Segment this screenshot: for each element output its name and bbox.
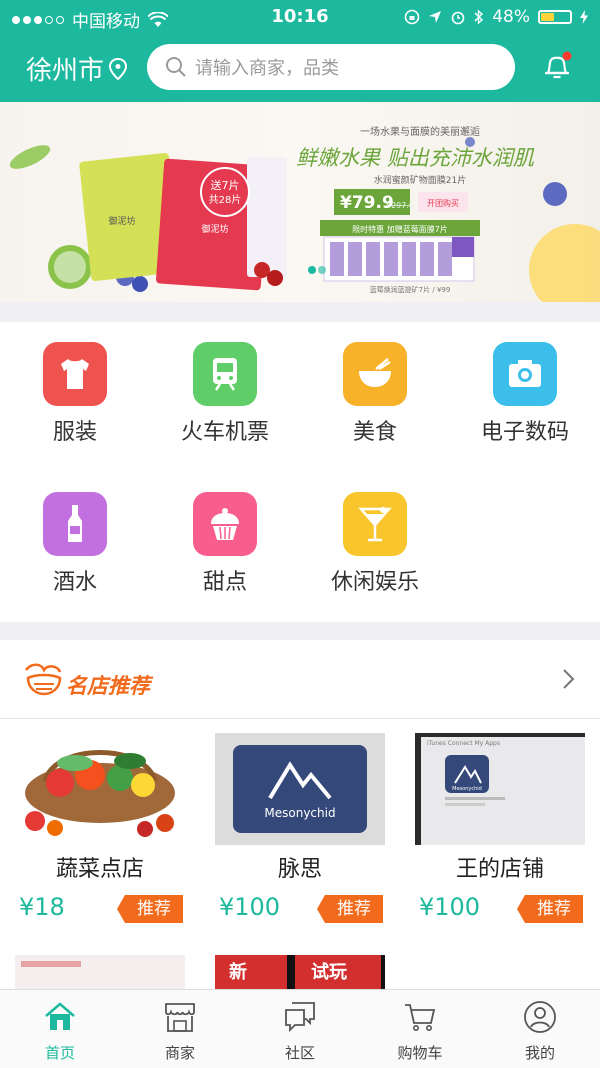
shop-image-text: 新 [229, 962, 247, 983]
shop-image [15, 733, 185, 845]
promo-banner[interactable]: 送7片 共28片 御泥坊 御泥坊 一场水果与面膜的美丽邂逅 鲜嫩水果 贴出充沛水… [0, 102, 600, 302]
tab-bar: 首页 商家 社区 购物车 我的 [0, 989, 600, 1068]
banner-artwork: 送7片 共28片 御泥坊 御泥坊 一场水果与面膜的美丽邂逅 鲜嫩水果 贴出充沛水… [9, 125, 600, 302]
search-input[interactable]: 请输入商家，品类 [147, 44, 515, 90]
shop-price: ¥100 [419, 893, 481, 921]
shop-image: iTunes Connect My Apps Mesonychid [415, 733, 585, 845]
gift-badge-line1: 送7片 [211, 178, 240, 192]
category-label: 美食 [352, 420, 397, 445]
shop-card[interactable]: iTunes Connect My Apps Mesonychid 王的店铺 ¥… [415, 733, 585, 933]
user-icon [524, 1001, 556, 1033]
shop-price: ¥18 [19, 893, 65, 921]
category-clothing[interactable]: 服装 [0, 322, 150, 472]
shop-icon [165, 1003, 195, 1032]
shop-name: 脉思 [277, 857, 322, 882]
camera-icon [493, 342, 557, 406]
section-title: 名店推荐 [66, 674, 150, 698]
chat-icon [285, 1002, 315, 1033]
featured-shops-header[interactable]: 名店推荐 [0, 640, 600, 719]
chevron-right-icon[interactable] [560, 666, 578, 692]
banner-tagline: 一场水果与面膜的美丽邂逅 [360, 125, 480, 138]
tab-shops[interactable]: 商家 [120, 990, 240, 1068]
location-icon [429, 11, 442, 23]
shop-card[interactable]: 新 试玩 [215, 955, 385, 989]
gift-badge-line2: 共28片 [209, 193, 242, 206]
cupcake-icon [193, 492, 257, 556]
bell-icon [545, 51, 572, 79]
tab-label: 我的 [524, 1044, 555, 1062]
shop-card[interactable]: Mesonychid 脉思 ¥100 推荐 [215, 733, 385, 933]
notification-button[interactable] [540, 49, 574, 83]
category-drinks[interactable]: 酒水 [0, 472, 150, 622]
shop-name: 王的店铺 [455, 857, 544, 882]
bowl-icon [343, 342, 407, 406]
tshirt-icon [43, 342, 107, 406]
charging-icon [580, 10, 588, 24]
category-dessert[interactable]: 甜点 [150, 472, 300, 622]
banner-promo-note: 蓝莓焕润蓝提矿7片 / ¥99 [370, 285, 451, 294]
status-bar: 中国移动 10:16 48% [0, 0, 600, 34]
bluetooth-icon [474, 9, 484, 25]
shop-image-text: Mesonychid [264, 806, 335, 820]
location-pin-icon [109, 57, 128, 80]
tab-label: 首页 [44, 1044, 75, 1062]
shop-card[interactable] [15, 955, 185, 989]
divider [0, 302, 600, 322]
category-label: 火车机票 [180, 420, 269, 445]
tab-label: 商家 [164, 1044, 195, 1062]
category-electronics[interactable]: 电子数码 [450, 322, 600, 472]
shop-price: ¥100 [219, 893, 281, 921]
box-brand-1: 御泥坊 [108, 215, 135, 227]
bottle-icon [43, 492, 107, 556]
category-label: 电子数码 [480, 420, 569, 445]
tab-label: 社区 [284, 1044, 315, 1062]
category-food[interactable]: 美食 [300, 322, 450, 472]
banner-promo: 限时特惠 加赠蓝莓面膜7片 [352, 224, 448, 234]
home-icon [45, 1002, 75, 1030]
city-label: 徐州市 [26, 56, 105, 86]
category-label: 酒水 [52, 570, 97, 595]
shop-image: Mesonychid [215, 733, 385, 845]
banner-old-price: ¥297.0 [386, 201, 414, 210]
box-brand-2: 御泥坊 [201, 223, 228, 235]
category-train-tickets[interactable]: 火车机票 [150, 322, 300, 472]
battery-icon [538, 10, 572, 24]
alarm-icon [451, 11, 465, 25]
search-placeholder: 请输入商家，品类 [195, 58, 339, 79]
shop-image [21, 961, 81, 967]
battery-percent: 48% [492, 7, 530, 27]
banner-buy-button: 开团购买 [427, 198, 459, 208]
rotation-lock-icon [404, 9, 420, 25]
divider [0, 622, 600, 640]
cocktail-icon [343, 492, 407, 556]
train-icon [193, 342, 257, 406]
shop-image-text: Mesonychid [452, 786, 482, 792]
city-selector[interactable]: 徐州市 [26, 50, 128, 87]
tab-home[interactable]: 首页 [0, 990, 120, 1068]
banner-sub: 水润蜜颜矿物面膜21片 [374, 174, 466, 186]
recommend-badge: 推荐 [317, 895, 383, 923]
recommend-badge: 推荐 [517, 895, 583, 923]
shop-card[interactable]: 蔬菜点店 ¥18 推荐 [15, 733, 185, 933]
header: 中国移动 10:16 48% 徐州市 请输入商家，品类 [0, 0, 600, 102]
category-label: 休闲娱乐 [330, 570, 419, 595]
category-entertainment[interactable]: 休闲娱乐 [300, 472, 450, 622]
tab-mine[interactable]: 我的 [480, 990, 600, 1068]
tab-cart[interactable]: 购物车 [360, 990, 480, 1068]
category-label: 服装 [52, 420, 97, 445]
banner-headline: 鲜嫩水果 贴出充沛水润肌 [296, 146, 535, 170]
shop-logo-icon [25, 663, 62, 696]
category-grid: 服装 火车机票 美食 电子数码 酒水 甜点 休闲娱乐 [0, 322, 600, 622]
recommend-badge: 推荐 [117, 895, 183, 923]
shop-image-caption: iTunes Connect My Apps [427, 740, 500, 747]
shop-name: 蔬菜点店 [55, 857, 144, 882]
tab-label: 购物车 [397, 1044, 443, 1062]
search-icon [166, 57, 186, 77]
category-label: 甜点 [202, 570, 247, 595]
cart-icon [405, 1004, 436, 1031]
shop-image-text: 试玩 [311, 962, 347, 983]
tab-community[interactable]: 社区 [240, 990, 360, 1068]
